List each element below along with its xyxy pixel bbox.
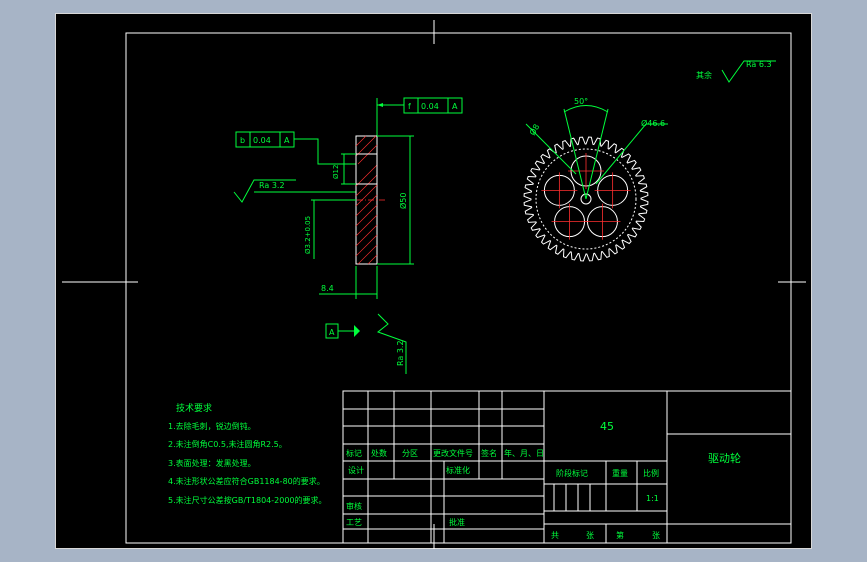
title-block: 标记 处数 分区 更改文件号 签名 年、月、日 设计 标准化 审核 工艺 批准 … xyxy=(342,390,792,544)
side-view: f 0.04 A b 0.04 A Ra 3.2 Ø12 Ø50 Ø3.2+0.… xyxy=(233,97,463,374)
side-dimensions: Ø12 Ø50 Ø3.2+0.05 8.4 xyxy=(304,135,414,299)
dim-bore-tol: Ø3.2+0.05 xyxy=(304,216,312,254)
runout-symbol: b xyxy=(240,136,245,145)
sheet-unit: 张 xyxy=(652,531,660,540)
flatness-datum: A xyxy=(452,102,458,111)
sheet-no-label: 第 xyxy=(616,530,624,540)
dim-bore: Ø12 xyxy=(332,165,340,179)
dim-holes: Ø8 xyxy=(527,122,541,137)
process-label: 工艺 xyxy=(346,518,362,527)
weight-label: 重量 xyxy=(612,468,628,478)
datum-a: A xyxy=(325,323,360,339)
review-label: 审核 xyxy=(346,501,362,511)
tech-item-1: 1.去除毛刺，锐边倒钝。 xyxy=(168,421,256,431)
dim-thickness: 8.4 xyxy=(321,284,334,293)
datum-a-label: A xyxy=(329,328,335,337)
tech-item-4: 4.未注形状公差应符合GB1184-80的要求。 xyxy=(168,476,325,486)
runout-frame: b 0.04 A xyxy=(235,131,356,165)
default-roughness-label: Ra 6.3 xyxy=(746,60,772,69)
angle-label: 50° xyxy=(574,97,588,106)
hdr-change-doc: 更改文件号 xyxy=(433,448,473,458)
roughness-left: Ra 3.2 xyxy=(233,179,356,203)
roughness-bottom: Ra 3.2 xyxy=(376,313,407,374)
hdr-sign: 签名 xyxy=(481,448,497,458)
default-roughness-prefix: 其余 xyxy=(696,70,712,80)
gear-front-view: 50° Ø8 Ø46.6 xyxy=(523,97,668,262)
hole-dimension: Ø8 xyxy=(525,122,577,175)
tech-item-2: 2.未注倒角C0.5,未注圆角R2.5。 xyxy=(168,439,287,449)
tech-title: 技术要求 xyxy=(176,402,212,414)
runout-datum: A xyxy=(284,136,290,145)
tech-item-5: 5.未注尺寸公差按GB/T1804-2000的要求。 xyxy=(168,495,327,505)
pitch-dimension: Ø46.6 xyxy=(595,118,668,185)
scale-value: 1:1 xyxy=(646,494,659,503)
dim-outer: Ø50 xyxy=(398,193,408,209)
tech-item-3: 3.表面处理：发黑处理。 xyxy=(168,458,256,468)
lightening-holes xyxy=(541,153,631,240)
sheets-unit: 张 xyxy=(586,531,594,540)
material-value: 45 xyxy=(600,420,614,433)
default-roughness: 其余 Ra 6.3 xyxy=(696,60,776,83)
flatness-tolerance: 0.04 xyxy=(421,102,439,111)
hdr-mark: 标记 xyxy=(346,448,362,458)
tech-requirements: 技术要求 1.去除毛刺，锐边倒钝。 2.未注倒角C0.5,未注圆角R2.5。 3… xyxy=(168,402,327,505)
roughness-left-label: Ra 3.2 xyxy=(259,181,285,190)
design-label: 设计 xyxy=(348,465,364,475)
hdr-date: 年、月、日 xyxy=(504,448,544,458)
cad-drawing: 其余 Ra 6.3 f 0.04 A b 0.04 A Ra 3.2 Ø12 Ø… xyxy=(62,20,806,549)
standardization-label: 标准化 xyxy=(446,465,470,475)
part-name: 驱动轮 xyxy=(708,451,741,465)
runout-tolerance: 0.04 xyxy=(253,136,271,145)
bore-section xyxy=(355,153,378,185)
scale-label: 比例 xyxy=(643,468,659,478)
approve-label: 批准 xyxy=(449,517,465,527)
dim-pitch: Ø46.6 xyxy=(641,118,665,128)
roughness-bottom-label: Ra 3.2 xyxy=(396,340,405,366)
hdr-count: 处数 xyxy=(371,448,387,458)
hdr-zone: 分区 xyxy=(402,449,418,458)
drawing-sheet: 其余 Ra 6.3 f 0.04 A b 0.04 A Ra 3.2 Ø12 Ø… xyxy=(55,13,812,549)
stage-mark-label: 阶段标记 xyxy=(556,468,588,478)
total-label: 共 xyxy=(551,531,559,540)
flatness-frame: f 0.04 A xyxy=(376,97,463,139)
flatness-symbol: f xyxy=(408,102,411,111)
